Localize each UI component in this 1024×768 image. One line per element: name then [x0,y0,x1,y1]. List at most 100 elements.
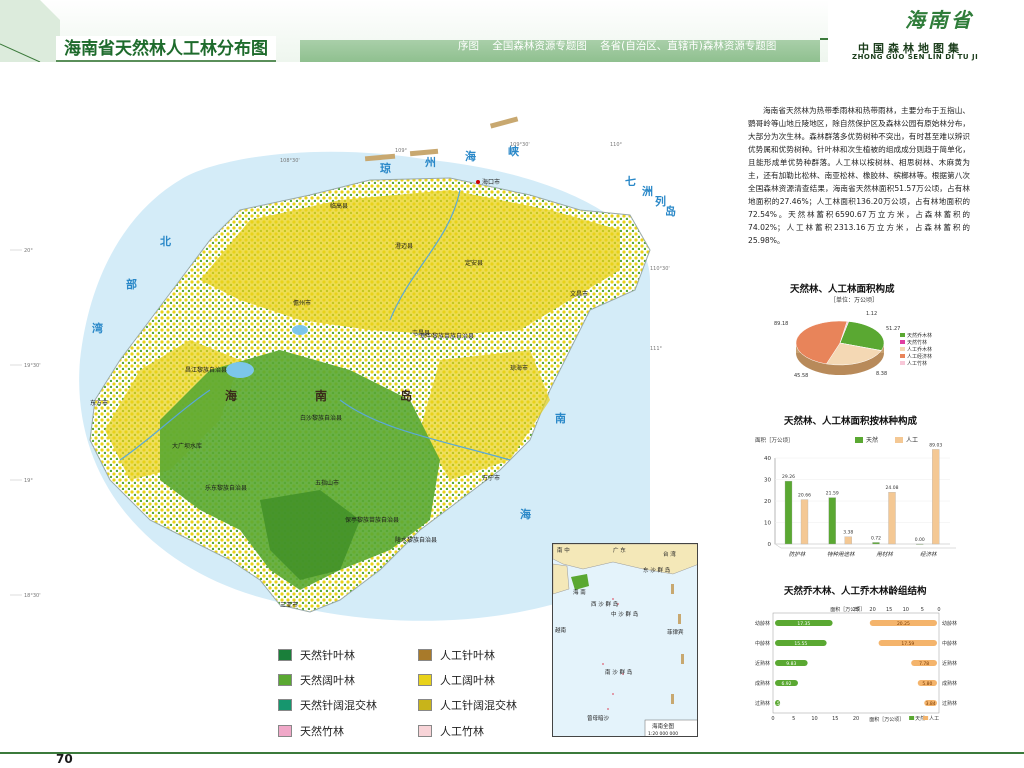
bottom-tick-label: 15 [832,716,838,722]
age-bar-planted-label: 17.59 [901,641,914,647]
island-label-hai: 海 [225,388,237,403]
place-daguangba: 大广坝水库 [172,442,202,450]
bar [916,543,924,545]
legend-item-natural-mixed: 天然针阔混交林 [278,697,377,713]
lon-label-5: 110°30' [650,266,670,272]
place-sanya: 三亚市 [280,601,298,609]
nav-item-intro[interactable]: 序图 [458,40,479,52]
age-bar-planted-label: 3.84 [926,701,936,707]
lon-label-6: 111° [650,346,663,352]
age-bar-natural-label: 1.55 [773,701,783,707]
axis-floor [774,543,956,549]
inset-label-xisha: 西 沙 群 岛 [591,600,619,608]
top-tick-label: 10 [903,607,909,613]
pie-data-label: 45.58 [794,373,808,379]
place-haikou: 海口市 [482,178,500,186]
bar-legend-label: 人工 [906,437,918,444]
bar [932,449,940,545]
inset-scale: 1:20 000 000 [648,731,678,737]
top-tick-label: 0 [937,607,940,613]
legend-swatch [418,674,432,686]
lon-label-1: 108°30' [280,158,300,164]
place-wuzhishan: 五指山市 [315,479,339,487]
pie-legend-label: 人工经济林 [907,353,932,360]
nav-item-national[interactable]: 全国森林资源专题图 [492,40,587,52]
sea-label-nan: 南 [555,411,566,425]
place-baoting: 保亭黎族苗族自治县 [345,516,399,524]
bar-chart-title: 天然林、人工林面积按林种构成 [784,416,918,427]
island-label-nan: 南 [315,388,327,403]
axis-label-bottom: 面积［万公顷］ [869,716,904,723]
forest-type-bar-chart: 面积［万公顷］ 0 10 20 30 40 天然 人工 29.26 20.66 防护林 21.59 3.… [755,436,956,557]
inset-map-svg: 南 中 广 东 海 南 台 湾 西 沙 群 岛 中 沙 群 岛 东 沙 群 岛 … [553,544,697,737]
footer-bar [0,752,1024,768]
age-category-label-right: 幼龄林 [942,620,957,627]
sea-label-dao: 岛 [665,204,676,218]
pie-chart: 1.12 51.27 8.38 45.58 89.18 天然乔木林天然竹林人工乔木林人工经… [774,311,932,379]
place-baisha: 白沙黎族自治县 [300,414,342,422]
bar-data-label: 20.66 [798,493,811,499]
place-lingshui: 陵水黎族自治县 [395,536,437,544]
place-lingao: 临高县 [330,202,348,210]
age-bar-natural-label: 15.55 [794,641,807,647]
pie-legend-label: 天然乔木林 [907,332,932,339]
age-bar-natural-label: 9.83 [786,661,796,667]
age-bar-natural-label: 6.92 [781,681,791,687]
inset-label-zengmu: 曾母暗沙 [587,714,610,722]
age-legend-swatch [909,716,915,720]
legend-label: 天然针阔混交林 [300,699,377,712]
bar-data-label: 3.38 [843,530,853,536]
legend-swatch [418,699,432,711]
place-wanning: 万宁市 [482,474,500,482]
inset-label-vietnam: 越南 [555,626,567,634]
island-label-dao: 岛 [400,388,412,403]
inset-label-nansha: 南 沙 群 岛 [605,668,633,676]
top-tick-label: 25 [853,607,859,613]
bottom-tick-label: 10 [811,716,817,722]
legend-item-natural-conifer: 天然针叶林 [278,647,355,663]
nav-item-provincial[interactable]: 各省(自治区、直辖市)森林资源专题图 [600,40,776,52]
inset-map: 南 中 广 东 海 南 台 湾 西 沙 群 岛 中 沙 群 岛 东 沙 群 岛 … [552,543,698,737]
bar [872,542,880,545]
age-category-label: 成熟林 [755,680,770,687]
bar-legend-swatch [895,437,903,443]
top-tick-label: 15 [886,607,892,613]
bar [844,536,852,545]
x-tick-label: 用材林 [876,551,894,557]
age-bar-planted-label: 5.80 [922,681,932,687]
sea-label-qiong: 琼 [380,161,391,175]
age-category-label: 过熟林 [755,700,770,707]
sea-label-wan: 湾 [92,321,103,335]
age-class-bar-chart: 面积［万公顷］25 20 15 10 5 00 5 10 15 20 面积［万公顷］ 天然 人工幼龄林幼… [755,606,957,723]
place-tunchang: 屯昌县 [412,329,430,337]
place-ding-an: 定安县 [465,259,483,267]
pie-data-label: 89.18 [774,321,788,327]
sea-label-qi: 七 [625,174,636,188]
y-tick-label: 20 [764,499,771,505]
bar-legend-swatch [855,437,863,443]
inset-label-hainan: 海 南 [573,588,586,596]
axis-label-top: 面积［万公顷］ [830,606,865,613]
place-ledong: 乐东黎族自治县 [205,484,247,492]
pie-data-label: 8.38 [876,371,887,377]
province-name: 海南省 [905,8,974,32]
inset-label-philippines: 菲律宾 [667,628,684,636]
y-tick-label: 10 [764,521,771,527]
legend-swatch [278,699,292,711]
lat-label-1: 20° [24,248,33,254]
age-chart-title: 天然乔木林、人工乔木林龄组结构 [784,586,927,597]
age-category-label-right: 近熟林 [942,660,957,667]
title-tab: 海南省天然林人工林分布图 [56,36,276,62]
bar-data-label: 0.72 [871,535,881,541]
place-qionghai: 琼海市 [510,364,528,372]
inset-label-south-china: 南 中 [557,546,570,554]
header-nav: 序图 全国森林资源专题图 各省(自治区、直辖市)森林资源专题图 [458,38,786,54]
bottom-tick-label: 20 [853,716,859,722]
bar [888,492,896,545]
legend-item-planted-broadleaf: 人工阔叶林 [418,672,495,688]
pie-legend-label: 人工乔木林 [907,346,932,353]
atlas-pinyin: ZHONG GUO SEN LIN DI TU JI [852,53,979,61]
bar-legend-label: 天然 [866,436,878,444]
legend-item-natural-broadleaf: 天然阔叶林 [278,672,355,688]
legend-item-planted-bamboo: 人工竹林 [418,723,484,739]
